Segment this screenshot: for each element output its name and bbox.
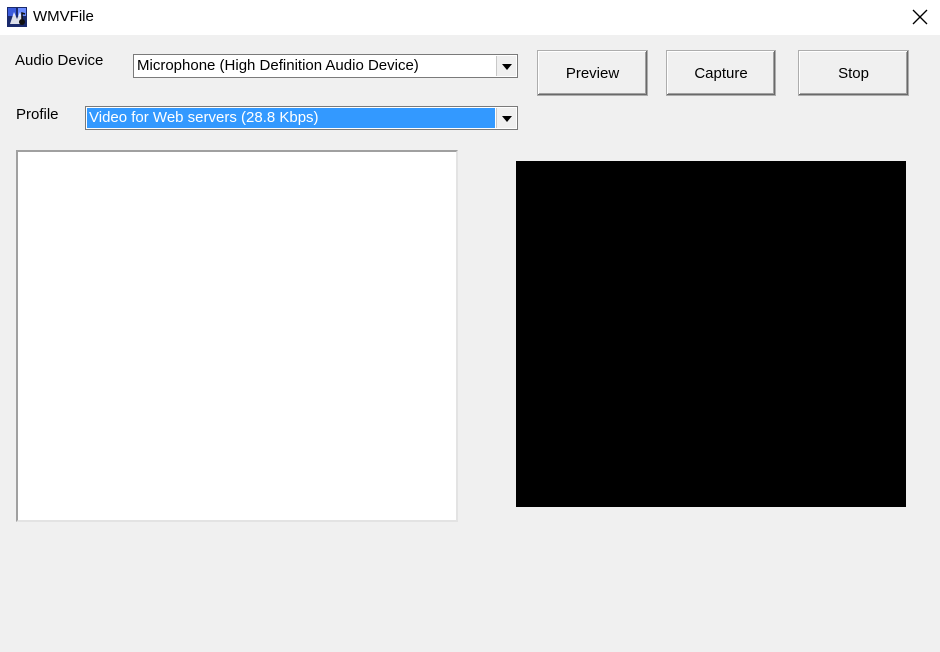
profile-value: Video for Web servers (28.8 Kbps) (87, 108, 495, 128)
close-icon (912, 9, 928, 25)
capture-button[interactable]: Capture (666, 50, 776, 96)
video-preview-area (516, 161, 906, 507)
wmvfile-window: WMVFile Audio Device Microphone (High De… (0, 0, 940, 652)
audio-device-select[interactable]: Microphone (High Definition Audio Device… (133, 54, 518, 78)
audio-device-label: Audio Device (15, 52, 104, 69)
profile-label: Profile (16, 106, 59, 123)
chevron-down-icon (502, 64, 512, 70)
preview-button[interactable]: Preview (537, 50, 648, 96)
close-button[interactable] (900, 0, 940, 35)
window-title: WMVFile (33, 8, 94, 25)
wmv-app-icon (7, 7, 27, 27)
profile-select[interactable]: Video for Web servers (28.8 Kbps) (85, 106, 518, 130)
title-bar: WMVFile (0, 0, 940, 35)
chevron-down-icon (502, 116, 512, 122)
stop-button[interactable]: Stop (798, 50, 909, 96)
audio-device-dropdown-button[interactable] (496, 56, 516, 76)
audio-device-value: Microphone (High Definition Audio Device… (137, 57, 419, 74)
profile-dropdown-button[interactable] (496, 108, 516, 128)
log-listbox[interactable] (16, 150, 458, 522)
